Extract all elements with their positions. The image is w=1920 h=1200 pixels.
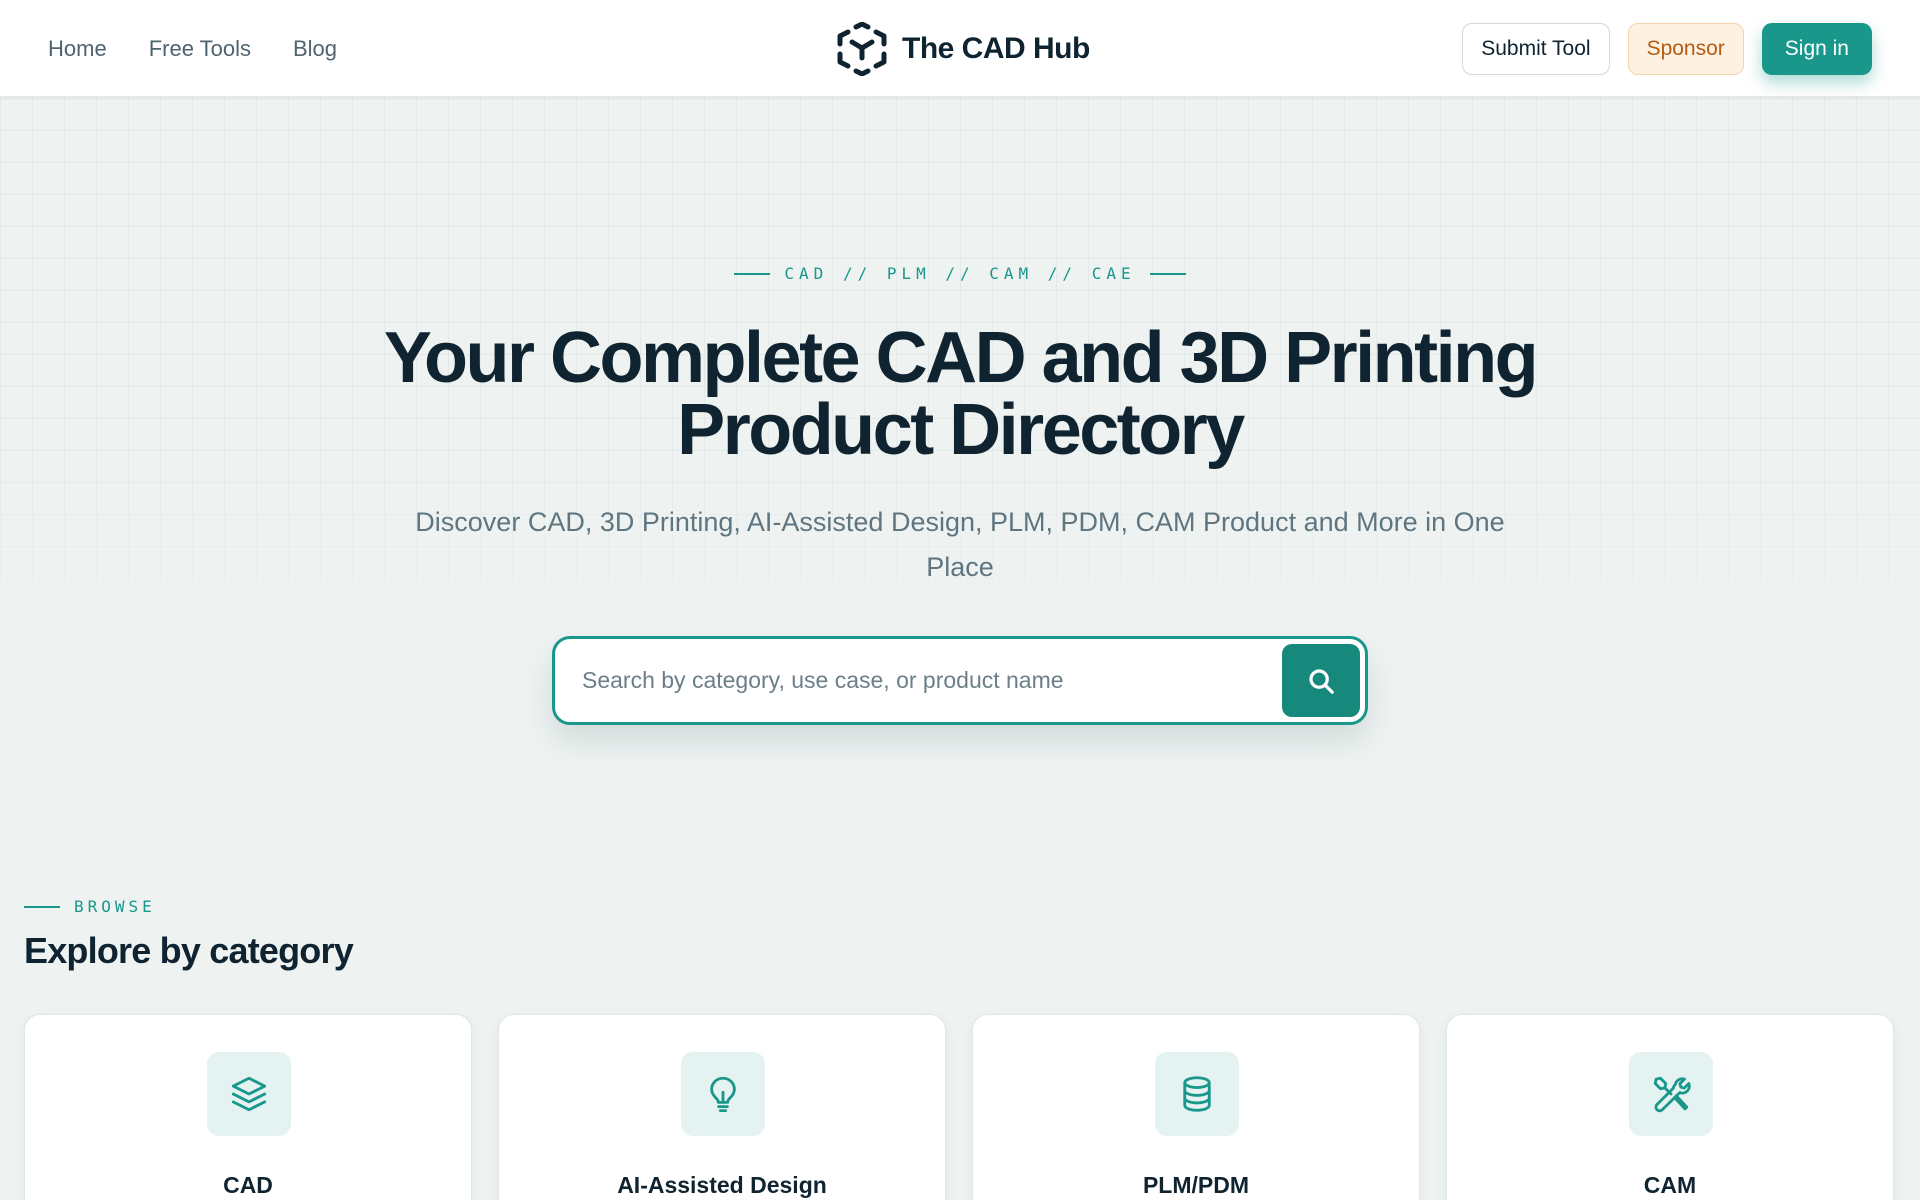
brand-logo-link[interactable]: The CAD Hub — [836, 0, 1090, 97]
category-label: CAD — [223, 1172, 273, 1198]
category-label: AI-Assisted Design — [617, 1172, 827, 1198]
top-header: Home Free Tools Blog The CAD Hub Submit … — [0, 0, 1920, 97]
sign-in-button[interactable]: Sign in — [1761, 22, 1872, 75]
cube-logo-icon — [837, 21, 887, 76]
category-card-cad[interactable]: CAD — [24, 1014, 472, 1200]
page: Home Free Tools Blog The CAD Hub Submit … — [0, 0, 1920, 1200]
card-icon-tile — [681, 1052, 765, 1136]
category-card-cam[interactable]: CAM — [1446, 1014, 1894, 1200]
database-icon — [1183, 1076, 1211, 1112]
nav-link-home[interactable]: Home — [48, 36, 107, 62]
submit-tool-button[interactable]: Submit Tool — [1462, 22, 1610, 75]
card-icon-tile — [1155, 1052, 1239, 1136]
layers-icon — [231, 1076, 267, 1112]
browse-eyebrow-text: BROWSE — [74, 897, 156, 916]
tools-icon — [1653, 1076, 1691, 1113]
header-actions: Submit Tool Sponsor Sign in — [1462, 0, 1872, 97]
nav-link-blog[interactable]: Blog — [293, 36, 337, 62]
card-icon-tile — [1629, 1052, 1713, 1136]
category-cards: CAD AI-Assisted Design PLM/PDM CAM — [24, 1014, 1896, 1200]
eyebrow-line-right — [1149, 272, 1186, 275]
search-icon — [1309, 668, 1334, 694]
search-input[interactable] — [582, 639, 1262, 722]
hero-eyebrow-text: CAD // PLM // CAM // CAE — [784, 264, 1136, 283]
browse-title: Explore by category — [24, 930, 354, 971]
category-label: CAM — [1643, 1172, 1697, 1198]
category-label: PLM/PDM — [1142, 1172, 1250, 1198]
card-icon-tile — [207, 1052, 291, 1136]
hero-subtitle: Discover CAD, 3D Printing, AI-Assisted D… — [415, 507, 1505, 582]
hero-title: Your Complete CAD and 3D Printing Produc… — [383, 318, 1539, 470]
search-bar — [552, 636, 1368, 725]
category-card-ai-assisted-design[interactable]: AI-Assisted Design — [498, 1014, 946, 1200]
browse-eyebrow: BROWSE — [24, 897, 156, 916]
lightbulb-icon — [710, 1076, 736, 1113]
search-button[interactable] — [1282, 644, 1360, 717]
primary-nav: Home Free Tools Blog — [48, 0, 337, 97]
eyebrow-line-left — [734, 272, 771, 275]
nav-link-free-tools[interactable]: Free Tools — [149, 36, 251, 62]
browse-eyebrow-line — [24, 905, 60, 908]
brand-name: The CAD Hub — [902, 31, 1090, 65]
category-card-plm-pdm[interactable]: PLM/PDM — [972, 1014, 1420, 1200]
sponsor-button[interactable]: Sponsor — [1627, 22, 1744, 75]
hero-eyebrow: CAD // PLM // CAM // CAE — [0, 264, 1920, 283]
